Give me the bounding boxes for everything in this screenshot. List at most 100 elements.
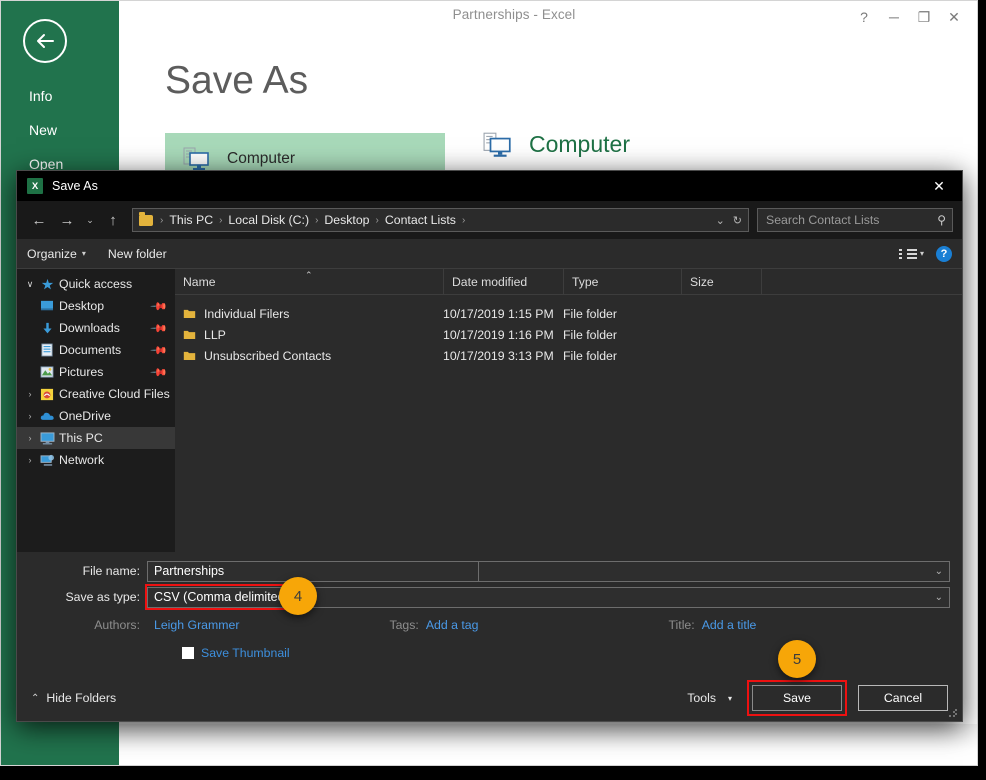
chevron-right-icon[interactable]: › (23, 411, 37, 421)
callout-badge-5: 5 (778, 640, 816, 678)
save-thumbnail-checkbox[interactable] (182, 647, 194, 659)
sidebar-label: Downloads (57, 321, 120, 335)
folder-icon (183, 329, 196, 340)
creative-cloud-icon (37, 388, 57, 401)
window-controls: ? ─ ❐ ✕ (849, 5, 969, 29)
organize-button[interactable]: Organize ▾ (27, 247, 86, 261)
column-header-type[interactable]: Type (563, 269, 681, 295)
sidebar-label: Desktop (57, 299, 104, 313)
onedrive-icon (37, 411, 57, 422)
hide-folders-label: Hide Folders (46, 691, 116, 705)
column-header-name[interactable]: Name ⌃ (175, 269, 443, 295)
file-date-modified: 10/17/2019 1:15 PM (443, 307, 563, 321)
backstage-nav-info[interactable]: Info (1, 79, 119, 113)
tags-value[interactable]: Add a tag (426, 618, 479, 632)
file-name-input[interactable]: Partnerships ⌄ (147, 561, 950, 582)
file-type: File folder (563, 307, 681, 321)
chevron-right-icon[interactable]: › (23, 455, 37, 465)
forward-icon[interactable]: → (54, 207, 80, 233)
new-folder-label: New folder (108, 247, 167, 261)
help-icon[interactable]: ? (849, 5, 879, 29)
pin-icon[interactable]: 📌 (150, 297, 169, 316)
column-header-blank (761, 269, 962, 295)
pin-icon[interactable]: 📌 (150, 363, 169, 382)
restore-icon[interactable]: ❐ (909, 5, 939, 29)
chevron-right-icon[interactable]: › (23, 433, 37, 443)
back-icon[interactable]: ← (26, 207, 52, 233)
back-button[interactable] (23, 19, 67, 63)
authors-value[interactable]: Leigh Grammer (154, 618, 239, 632)
breadcrumb-item-desktop[interactable]: Desktop (322, 213, 371, 227)
change-view-button[interactable]: ▾ (899, 249, 924, 259)
tools-button[interactable]: Tools ▾ (687, 691, 732, 705)
backstage-nav-new[interactable]: New (1, 113, 119, 147)
table-row[interactable]: Individual Filers 10/17/2019 1:15 PM Fil… (175, 303, 962, 324)
computer-icon (183, 147, 211, 171)
resize-grip[interactable] (948, 708, 958, 718)
chevron-down-icon[interactable]: ⌄ (935, 566, 943, 577)
callout-badge-4: 4 (279, 577, 317, 615)
recent-locations-icon[interactable]: ⌄ (82, 207, 98, 233)
sidebar-label: Creative Cloud Files (57, 387, 170, 401)
dialog-title: Save As (52, 179, 98, 193)
dialog-close-button[interactable]: ✕ (916, 171, 962, 201)
sidebar-item-pictures[interactable]: Pictures 📌 (17, 361, 175, 383)
metadata-row: Authors: Leigh Grammer Tags: Add a tag T… (17, 614, 962, 636)
file-list-pane: Name ⌃ Date modified Type Size (175, 269, 962, 552)
dialog-footer: ⌃ Hide Folders Tools ▾ Save Cancel (17, 675, 962, 721)
tags-label: Tags: (389, 618, 418, 632)
close-icon[interactable]: ✕ (939, 5, 969, 29)
file-type: File folder (563, 349, 681, 363)
title-value[interactable]: Add a title (702, 618, 757, 632)
breadcrumb-item-contact-lists[interactable]: Contact Lists (383, 213, 458, 227)
sidebar-item-this-pc[interactable]: › This PC (17, 427, 175, 449)
pin-icon[interactable]: 📌 (150, 341, 169, 360)
sidebar-item-documents[interactable]: Documents 📌 (17, 339, 175, 361)
breadcrumb[interactable]: › This PC › Local Disk (C:) › Desktop › … (132, 208, 749, 232)
breadcrumb-dropdown-icon[interactable]: ⌄ (716, 214, 725, 227)
sidebar-item-quick-access[interactable]: ∨ Quick access (17, 273, 175, 295)
new-folder-button[interactable]: New folder (108, 247, 167, 261)
table-row[interactable]: Unsubscribed Contacts 10/17/2019 3:13 PM… (175, 345, 962, 366)
hide-folders-button[interactable]: ⌃ Hide Folders (31, 691, 116, 705)
sidebar-label: Pictures (57, 365, 103, 379)
chevron-down-icon: ▾ (728, 694, 732, 703)
pin-icon[interactable]: 📌 (150, 319, 169, 338)
sidebar-label: Documents (57, 343, 121, 357)
file-name: Individual Filers (204, 307, 289, 321)
refresh-icon[interactable]: ↻ (733, 214, 742, 227)
search-input[interactable]: Search Contact Lists ⚲ (757, 208, 953, 232)
sidebar-item-desktop[interactable]: Desktop 📌 (17, 295, 175, 317)
save-as-type-row: Save as type: CSV (Comma delimited) ⌄ (17, 586, 962, 608)
highlight-box-save-as-type (145, 584, 291, 610)
sidebar-item-onedrive[interactable]: › OneDrive (17, 405, 175, 427)
minimize-icon[interactable]: ─ (879, 5, 909, 29)
column-header-size[interactable]: Size (681, 269, 761, 295)
help-icon[interactable]: ? (936, 246, 952, 262)
chevron-right-icon[interactable]: › (23, 389, 37, 399)
desktop-icon (37, 300, 57, 312)
excel-icon: X (27, 178, 43, 194)
sidebar-item-network[interactable]: › Network (17, 449, 175, 471)
pictures-icon (37, 366, 57, 378)
breadcrumb-item-local-disk[interactable]: Local Disk (C:) (226, 213, 311, 227)
sort-ascending-icon: ⌃ (305, 270, 313, 281)
column-label: Size (690, 275, 714, 289)
file-name: LLP (204, 328, 226, 342)
backstage-footer (119, 724, 978, 766)
sidebar-item-creative-cloud-files[interactable]: › Creative Cloud Files (17, 383, 175, 405)
up-icon[interactable]: ↑ (100, 207, 126, 233)
chevron-down-icon[interactable]: ∨ (23, 279, 37, 290)
sidebar-item-downloads[interactable]: Downloads 📌 (17, 317, 175, 339)
dialog-toolbar: Organize ▾ New folder ▾ ? (17, 239, 962, 269)
file-name-value: Partnerships (154, 564, 224, 578)
sidebar-label: This PC (57, 431, 103, 445)
column-label: Date modified (452, 275, 527, 289)
table-row[interactable]: LLP 10/17/2019 1:16 PM File folder (175, 324, 962, 345)
navigation-bar: ← → ⌄ ↑ › This PC › Local Disk (C:) › De… (17, 201, 962, 239)
chevron-down-icon[interactable]: ⌄ (935, 592, 943, 603)
column-header-date-modified[interactable]: Date modified (443, 269, 563, 295)
cancel-button[interactable]: Cancel (858, 685, 948, 711)
breadcrumb-item-this-pc[interactable]: This PC (167, 213, 215, 227)
save-thumbnail-label[interactable]: Save Thumbnail (201, 646, 290, 660)
